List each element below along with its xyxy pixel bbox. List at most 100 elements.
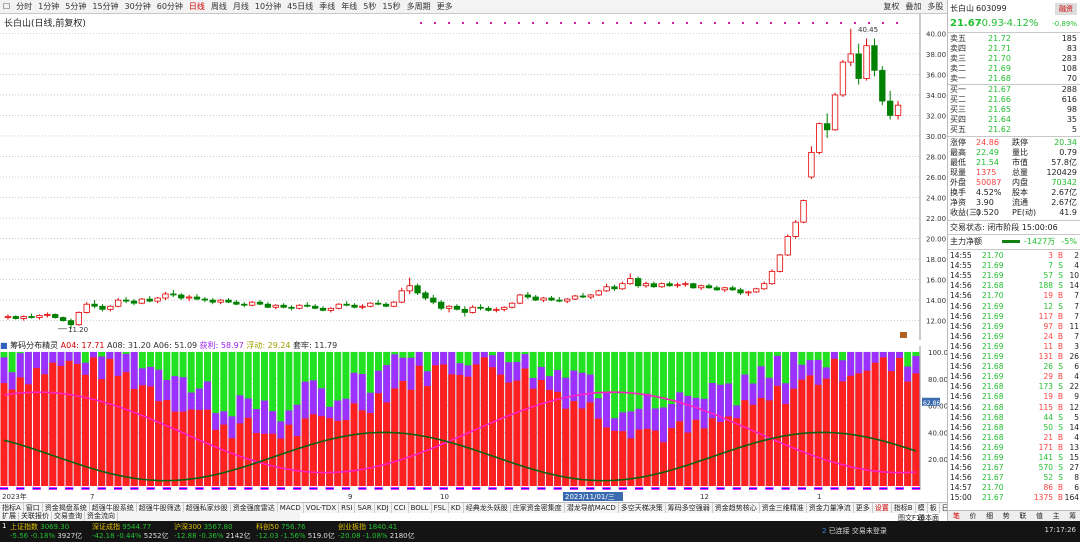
- indicator-tab[interactable]: BOLL: [409, 503, 432, 513]
- tick-row: 14:55 21.69 57 S 10: [948, 271, 1080, 281]
- period-tab[interactable]: 周线: [208, 0, 230, 13]
- stat-label: 涨停: [950, 138, 966, 147]
- ind-band: [244, 488, 253, 489]
- period-tab[interactable]: 15分钟: [89, 0, 121, 13]
- period-tab[interactable]: 日线: [186, 0, 208, 13]
- candle-body: [414, 285, 421, 294]
- indicator-tab[interactable]: 庄家资金密集度: [511, 503, 565, 513]
- ind-band: [146, 489, 155, 490]
- period-tab[interactable]: 15秒: [379, 0, 403, 13]
- period-tab[interactable]: 5分钟: [62, 0, 89, 13]
- indicator-tab[interactable]: 资金三维精准: [760, 503, 807, 513]
- indicator-tab[interactable]: 更多: [854, 503, 873, 513]
- price-tick-label: 16.00: [926, 277, 946, 285]
- main-flow-bar: [1002, 240, 1020, 243]
- tick-count: 14: [1069, 422, 1079, 432]
- indicator-tab-right[interactable]: 指标B: [892, 503, 916, 513]
- main-flow-label: 主力净额: [950, 237, 982, 246]
- toolbar-action-button[interactable]: 叠加: [902, 0, 924, 13]
- ind-band: [618, 489, 627, 490]
- ind-band: [472, 488, 481, 489]
- ind-bar-red: [676, 421, 684, 486]
- stat-label: 外盘: [950, 178, 966, 187]
- x-axis-label: 7: [90, 493, 94, 501]
- candle-body: [603, 286, 610, 292]
- period-tab[interactable]: 30分钟: [122, 0, 154, 13]
- indicator-tab-right[interactable]: 板: [928, 503, 940, 513]
- period-tab[interactable]: 45日线: [284, 0, 316, 13]
- index-quote[interactable]: 科创50 756.76 -12.03 -1.56% 519.0亿: [256, 523, 335, 541]
- index-quote[interactable]: 沪深300 3567.80 -12.88 -0.36% 2142亿: [174, 523, 251, 541]
- stat-label: 净资: [950, 198, 966, 207]
- indicator-tab[interactable]: 筹码多空强弱: [666, 503, 713, 513]
- indicator-tab[interactable]: VOL-TDX: [304, 503, 340, 513]
- kline-chart[interactable]: 40.00 38.00 36.00 34.00 32.00 30.00 28.00 26.00…: [0, 14, 947, 340]
- ind-band: [879, 488, 888, 489]
- margin-badge[interactable]: 融资: [1055, 3, 1077, 15]
- bottom-tab[interactable]: 资金流向: [85, 512, 118, 521]
- toolbar-action-button[interactable]: 多股: [924, 0, 946, 13]
- ind-band: [732, 489, 741, 490]
- indicator-tab[interactable]: KD: [449, 503, 464, 513]
- period-tab[interactable]: 年线: [338, 0, 360, 13]
- candle-body: [690, 283, 697, 289]
- signal-marker: [588, 22, 590, 24]
- period-tab[interactable]: 10分钟: [252, 0, 284, 13]
- candle-body: [138, 298, 146, 304]
- indicator-tab-right[interactable]: 模: [916, 503, 928, 513]
- toolbar-action-button[interactable]: 复权: [880, 0, 902, 13]
- candle-body: [398, 290, 405, 303]
- period-tab[interactable]: 更多: [434, 0, 456, 13]
- ind-band: [651, 487, 660, 488]
- candle-body: [760, 283, 768, 290]
- ind-bar-red: [293, 436, 301, 486]
- indicator-tab[interactable]: 设置: [873, 503, 892, 513]
- index-quote[interactable]: 深证成指 9544.77 -42.18 -0.44% 5252亿: [92, 523, 169, 541]
- bid-price: 21.64: [988, 115, 1011, 124]
- ind-band: [113, 489, 123, 490]
- ind-band: [911, 487, 920, 488]
- indicator-chart[interactable]: 100.080.0060.0040.0020.0062.86: [0, 346, 947, 490]
- ind-band: [667, 489, 676, 490]
- toolbar-menu-icon[interactable]: ☐: [0, 0, 13, 13]
- ind-bar-red: [309, 414, 317, 486]
- indicator-tab[interactable]: KDJ: [375, 503, 392, 513]
- indicator-tab[interactable]: 经典龙头妖股: [464, 503, 511, 513]
- indicator-tab[interactable]: RSI: [339, 503, 356, 513]
- candle-body: [296, 304, 303, 309]
- tick-time: 14:56: [950, 453, 972, 462]
- index-quote[interactable]: 创业板指 1840.41 -20.08 -1.08% 2180亿: [338, 523, 415, 541]
- signal-marker: [476, 22, 478, 24]
- period-tab[interactable]: 分时: [13, 0, 35, 13]
- bottom-tab[interactable]: 关联报价: [19, 512, 52, 521]
- price-tick-label: 40.00: [926, 30, 946, 38]
- indicator-tab[interactable]: 资金力量净流: [807, 503, 854, 513]
- candle-body: [375, 302, 382, 305]
- period-tab[interactable]: 5秒: [360, 0, 379, 13]
- indicator-tab[interactable]: 资金趋势核心: [713, 503, 760, 513]
- period-tab[interactable]: 1分钟: [35, 0, 62, 13]
- bottom-tab[interactable]: 扩展: [0, 512, 19, 521]
- period-tab[interactable]: 60分钟: [154, 0, 186, 13]
- period-tab[interactable]: 月线: [230, 0, 252, 13]
- period-tab[interactable]: 季线: [316, 0, 338, 13]
- indicator-tab[interactable]: FSL: [432, 503, 449, 513]
- stat-row: 换手 4.52% 股本 2.67亿: [948, 188, 1080, 198]
- ask-label: 卖四: [950, 44, 966, 53]
- period-tab[interactable]: 多周期: [404, 0, 434, 13]
- indicator-tab[interactable]: SAR: [355, 503, 375, 513]
- indicator-tab[interactable]: 潜龙导航MACD: [565, 503, 619, 513]
- candle-body: [107, 305, 114, 310]
- signal-marker: [854, 22, 856, 24]
- indicator-tab[interactable]: 多空天梯决策: [619, 503, 666, 513]
- tick-volume: 50: [1043, 422, 1053, 432]
- index-quote[interactable]: 上证指数 3069.30 -5.56 -0.18% 3927亿: [10, 523, 82, 541]
- stat-value: 4.52%: [976, 188, 1002, 197]
- tick-count: 6: [1074, 362, 1079, 372]
- ind-band: [700, 489, 709, 490]
- indicator-tab-right[interactable]: 日线: [940, 503, 947, 513]
- bottom-tab[interactable]: 交易查询: [52, 512, 85, 521]
- indicator-tab[interactable]: CCI: [392, 503, 409, 513]
- ind-band: [309, 488, 318, 489]
- ind-band: [32, 489, 41, 490]
